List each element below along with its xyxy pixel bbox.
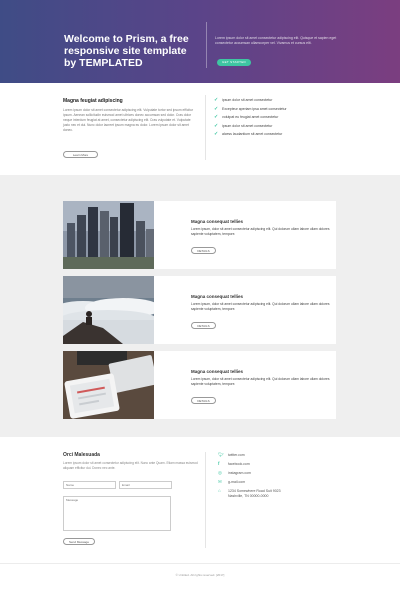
feature-text: Lorem ipsum, dolor sit amet consectetur … [191,302,330,311]
contact-heading: Orci Malesuada [63,452,100,458]
contact-column: Orci Malesuada Lorem ipsum dolor sit ame… [63,452,198,476]
man-above-clouds-photo [63,276,154,344]
list-item[interactable]: 🐦︎ twitter.com [218,452,281,457]
feature-card: Magna consequat tellies Lorem ipsum, dol… [63,351,336,419]
feature-title: Magna consequat tellies [191,294,244,299]
mail-icon: ✉ [218,479,222,484]
divider [205,95,206,160]
feature-body: Magna consequat tellies Lorem ipsum, dol… [191,294,331,332]
feature-text: Lorem ipsum, dolor sit amet consectetur … [191,227,330,236]
feature-text: Lorem ipsum, dolor sit amet consectetur … [191,377,330,386]
details-button[interactable]: DETAILS [191,322,216,330]
tablet-keyboard-photo [63,351,154,419]
divider [0,563,400,564]
feature-card: Magna consequat tellies Lorem ipsum, dol… [63,276,336,344]
intro-column: Magna feugiat adipiscing Lorem ipsum dol… [63,98,198,133]
list-item: ✓ ipsum dolor sit amet consectetur [214,122,273,129]
hero-title: Welcome to Prism, a free responsive site… [64,33,189,69]
list-item: ✓ Excepteur aperiam ipsa amet consectetur [214,105,287,112]
get-started-button[interactable]: GET STARTED [217,59,251,66]
hero-text: Lorem ipsum dolor sit amet consectetur a… [215,36,337,45]
details-button[interactable]: DETAILS [191,397,216,405]
city-skyline-photo [63,201,154,269]
list-item[interactable]: ◎ instagram.com [218,470,281,475]
hero-banner: Welcome to Prism, a free responsive site… [0,0,400,83]
feature-body: Magna consequat tellies Lorem ipsum, dol… [191,369,331,407]
list-item[interactable]: f facebook.com [218,461,281,466]
divider [205,452,206,548]
instagram-icon: ◎ [218,470,222,475]
details-button[interactable]: DETAILS [191,247,216,255]
message-field[interactable] [63,496,171,531]
copyright-text: © Untitled. All rights reserved. [2017] [175,573,225,577]
feature-card: Magna consequat tellies Lorem ipsum, dol… [63,201,336,269]
intro-paragraph: Lorem ipsum dolor sit amet consectetur a… [63,108,194,132]
list-item: ✓ volutpat eu feugiat amet consectetur [214,114,279,121]
facebook-icon: f [218,461,220,466]
list-item: ✓ ipsum dolor sit amet consectetur [214,97,273,104]
contact-paragraph: Lorem ipsum dolor sit amet consectetur a… [63,461,198,470]
feature-body: Magna consequat tellies Lorem ipsum, dol… [191,219,331,257]
address-item: ⌂ 1234 Somewhere Road Suit 9023 Nashville,… [218,488,281,498]
list-item: ✓ alcess laudantium sit amet consectetur [214,131,283,138]
learn-more-button[interactable]: Learn More [63,151,98,158]
check-icon: ✓ [214,122,219,129]
check-icon: ✓ [214,131,219,138]
check-icon: ✓ [214,97,219,104]
name-field[interactable] [63,481,116,489]
feature-title: Magna consequat tellies [191,369,244,374]
send-message-button[interactable]: Send Message [63,538,95,545]
check-icon: ✓ [214,114,219,121]
email-field[interactable] [119,481,172,489]
hero-aside: Lorem ipsum dolor sit amet consectetur a… [206,22,346,68]
intro-heading: Magna feugiat adipiscing [63,98,123,104]
twitter-icon: 🐦︎ [218,452,224,457]
list-item[interactable]: ✉ g-mail.com [218,479,281,484]
checklist: ✓ ipsum dolor sit amet consectetur ✓ Excep… [214,96,344,139]
home-icon: ⌂ [218,488,221,493]
check-icon: ✓ [214,105,219,112]
contact-info-list: 🐦︎ twitter.com f facebook.com ◎ instagram.c… [218,452,281,504]
feature-title: Magna consequat tellies [191,219,244,224]
